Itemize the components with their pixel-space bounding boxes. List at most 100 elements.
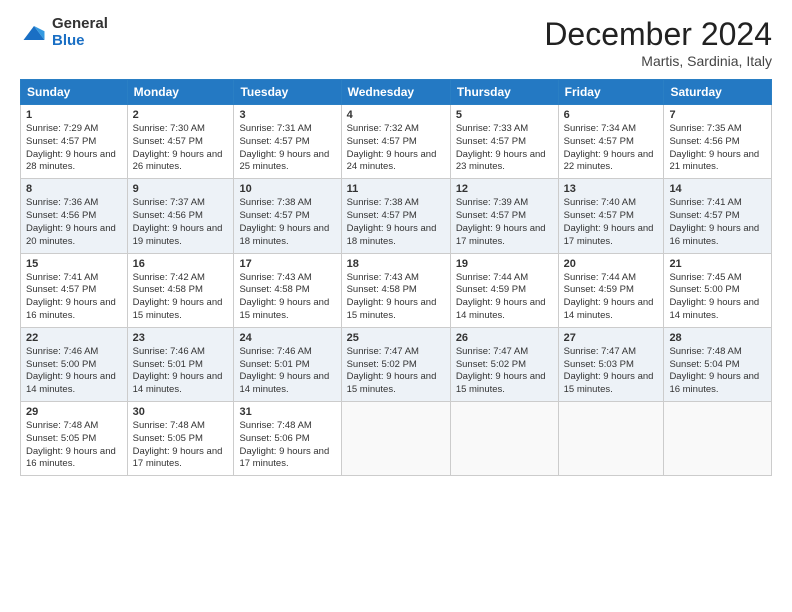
calendar-cell bbox=[664, 402, 772, 476]
calendar-cell: 18 Sunrise: 7:43 AMSunset: 4:58 PMDayligh… bbox=[341, 253, 450, 327]
day-number: 25 bbox=[347, 332, 445, 344]
calendar-cell: 3 Sunrise: 7:31 AMSunset: 4:57 PMDaylight… bbox=[234, 105, 341, 179]
logo: General Blue bbox=[20, 16, 108, 49]
calendar-cell bbox=[558, 402, 664, 476]
logo-icon bbox=[20, 19, 48, 47]
day-info: Sunrise: 7:48 AMSunset: 5:05 PMDaylight:… bbox=[133, 420, 229, 471]
title-block: December 2024 Martis, Sardinia, Italy bbox=[544, 16, 772, 69]
month-title: December 2024 bbox=[544, 16, 772, 53]
calendar-cell: 28 Sunrise: 7:48 AMSunset: 5:04 PMDayligh… bbox=[664, 327, 772, 401]
calendar-cell: 1 Sunrise: 7:29 AMSunset: 4:57 PMDaylight… bbox=[21, 105, 128, 179]
calendar-cell: 29 Sunrise: 7:48 AMSunset: 5:05 PMDayligh… bbox=[21, 402, 128, 476]
day-info: Sunrise: 7:38 AMSunset: 4:57 PMDaylight:… bbox=[347, 197, 445, 248]
day-number: 5 bbox=[456, 109, 553, 121]
calendar-cell: 17 Sunrise: 7:43 AMSunset: 4:58 PMDayligh… bbox=[234, 253, 341, 327]
day-info: Sunrise: 7:46 AMSunset: 5:01 PMDaylight:… bbox=[239, 346, 335, 397]
day-info: Sunrise: 7:48 AMSunset: 5:04 PMDaylight:… bbox=[669, 346, 766, 397]
day-info: Sunrise: 7:39 AMSunset: 4:57 PMDaylight:… bbox=[456, 197, 553, 248]
col-header-friday: Friday bbox=[558, 80, 664, 105]
day-number: 16 bbox=[133, 258, 229, 270]
calendar-cell bbox=[341, 402, 450, 476]
day-info: Sunrise: 7:43 AMSunset: 4:58 PMDaylight:… bbox=[347, 272, 445, 323]
day-number: 20 bbox=[564, 258, 659, 270]
day-info: Sunrise: 7:41 AMSunset: 4:57 PMDaylight:… bbox=[669, 197, 766, 248]
day-info: Sunrise: 7:31 AMSunset: 4:57 PMDaylight:… bbox=[239, 123, 335, 174]
day-number: 8 bbox=[26, 183, 122, 195]
location: Martis, Sardinia, Italy bbox=[544, 53, 772, 69]
day-info: Sunrise: 7:45 AMSunset: 5:00 PMDaylight:… bbox=[669, 272, 766, 323]
day-info: Sunrise: 7:48 AMSunset: 5:06 PMDaylight:… bbox=[239, 420, 335, 471]
day-number: 6 bbox=[564, 109, 659, 121]
day-number: 11 bbox=[347, 183, 445, 195]
calendar-cell: 24Sunrise: 7:46 AMSunset: 5:01 PMDayligh… bbox=[234, 327, 341, 401]
day-number: 18 bbox=[347, 258, 445, 270]
day-number: 27 bbox=[564, 332, 659, 344]
day-number: 3 bbox=[239, 109, 335, 121]
day-info: Sunrise: 7:33 AMSunset: 4:57 PMDaylight:… bbox=[456, 123, 553, 174]
day-number: 9 bbox=[133, 183, 229, 195]
day-info: Sunrise: 7:47 AMSunset: 5:03 PMDaylight:… bbox=[564, 346, 659, 397]
day-number: 26 bbox=[456, 332, 553, 344]
day-info: Sunrise: 7:44 AMSunset: 4:59 PMDaylight:… bbox=[456, 272, 553, 323]
col-header-sunday: Sunday bbox=[21, 80, 128, 105]
day-info: Sunrise: 7:35 AMSunset: 4:56 PMDaylight:… bbox=[669, 123, 766, 174]
col-header-tuesday: Tuesday bbox=[234, 80, 341, 105]
day-info: Sunrise: 7:29 AMSunset: 4:57 PMDaylight:… bbox=[26, 123, 122, 174]
col-header-thursday: Thursday bbox=[450, 80, 558, 105]
calendar-cell: 23Sunrise: 7:46 AMSunset: 5:01 PMDayligh… bbox=[127, 327, 234, 401]
day-number: 23 bbox=[133, 332, 229, 344]
calendar-cell: 4 Sunrise: 7:32 AMSunset: 4:57 PMDaylight… bbox=[341, 105, 450, 179]
day-number: 12 bbox=[456, 183, 553, 195]
day-number: 1 bbox=[26, 109, 122, 121]
day-number: 29 bbox=[26, 406, 122, 418]
calendar-cell: 15 Sunrise: 7:41 AMSunset: 4:57 PMDayligh… bbox=[21, 253, 128, 327]
day-number: 7 bbox=[669, 109, 766, 121]
day-info: Sunrise: 7:40 AMSunset: 4:57 PMDaylight:… bbox=[564, 197, 659, 248]
day-info: Sunrise: 7:36 AMSunset: 4:56 PMDaylight:… bbox=[26, 197, 122, 248]
calendar-cell: 5 Sunrise: 7:33 AMSunset: 4:57 PMDaylight… bbox=[450, 105, 558, 179]
day-number: 21 bbox=[669, 258, 766, 270]
calendar-cell: 25 Sunrise: 7:47 AMSunset: 5:02 PMDayligh… bbox=[341, 327, 450, 401]
page: General Blue December 2024 Martis, Sardi… bbox=[0, 0, 792, 612]
calendar-cell: 2 Sunrise: 7:30 AMSunset: 4:57 PMDaylight… bbox=[127, 105, 234, 179]
calendar-cell: 26 Sunrise: 7:47 AMSunset: 5:02 PMDayligh… bbox=[450, 327, 558, 401]
day-info: Sunrise: 7:44 AMSunset: 4:59 PMDaylight:… bbox=[564, 272, 659, 323]
day-number: 15 bbox=[26, 258, 122, 270]
header: General Blue December 2024 Martis, Sardi… bbox=[20, 16, 772, 69]
day-number: 30 bbox=[133, 406, 229, 418]
col-header-saturday: Saturday bbox=[664, 80, 772, 105]
day-info: Sunrise: 7:41 AMSunset: 4:57 PMDaylight:… bbox=[26, 272, 122, 323]
calendar-cell: 14 Sunrise: 7:41 AMSunset: 4:57 PMDayligh… bbox=[664, 179, 772, 253]
calendar-cell: 19Sunrise: 7:44 AMSunset: 4:59 PMDayligh… bbox=[450, 253, 558, 327]
day-number: 22 bbox=[26, 332, 122, 344]
day-number: 4 bbox=[347, 109, 445, 121]
logo-text: General Blue bbox=[52, 16, 108, 49]
calendar-cell: 12 Sunrise: 7:39 AMSunset: 4:57 PMDayligh… bbox=[450, 179, 558, 253]
day-info: Sunrise: 7:32 AMSunset: 4:57 PMDaylight:… bbox=[347, 123, 445, 174]
day-info: Sunrise: 7:43 AMSunset: 4:58 PMDaylight:… bbox=[239, 272, 335, 323]
day-info: Sunrise: 7:46 AMSunset: 5:00 PMDaylight:… bbox=[26, 346, 122, 397]
day-number: 28 bbox=[669, 332, 766, 344]
day-info: Sunrise: 7:47 AMSunset: 5:02 PMDaylight:… bbox=[456, 346, 553, 397]
col-header-wednesday: Wednesday bbox=[341, 80, 450, 105]
calendar-cell: 20 Sunrise: 7:44 AMSunset: 4:59 PMDayligh… bbox=[558, 253, 664, 327]
calendar-cell: 16 Sunrise: 7:42 AMSunset: 4:58 PMDayligh… bbox=[127, 253, 234, 327]
day-number: 13 bbox=[564, 183, 659, 195]
calendar-cell bbox=[450, 402, 558, 476]
day-number: 14 bbox=[669, 183, 766, 195]
day-number: 17 bbox=[239, 258, 335, 270]
day-info: Sunrise: 7:47 AMSunset: 5:02 PMDaylight:… bbox=[347, 346, 445, 397]
day-number: 2 bbox=[133, 109, 229, 121]
day-info: Sunrise: 7:37 AMSunset: 4:56 PMDaylight:… bbox=[133, 197, 229, 248]
day-number: 31 bbox=[239, 406, 335, 418]
day-info: Sunrise: 7:42 AMSunset: 4:58 PMDaylight:… bbox=[133, 272, 229, 323]
calendar-cell: 8 Sunrise: 7:36 AMSunset: 4:56 PMDaylight… bbox=[21, 179, 128, 253]
col-header-monday: Monday bbox=[127, 80, 234, 105]
calendar-cell: 9 Sunrise: 7:37 AMSunset: 4:56 PMDaylight… bbox=[127, 179, 234, 253]
day-info: Sunrise: 7:48 AMSunset: 5:05 PMDaylight:… bbox=[26, 420, 122, 471]
calendar: SundayMondayTuesdayWednesdayThursdayFrid… bbox=[20, 79, 772, 476]
calendar-cell: 11 Sunrise: 7:38 AMSunset: 4:57 PMDayligh… bbox=[341, 179, 450, 253]
calendar-cell: 22 Sunrise: 7:46 AMSunset: 5:00 PMDayligh… bbox=[21, 327, 128, 401]
day-number: 10 bbox=[239, 183, 335, 195]
day-info: Sunrise: 7:30 AMSunset: 4:57 PMDaylight:… bbox=[133, 123, 229, 174]
